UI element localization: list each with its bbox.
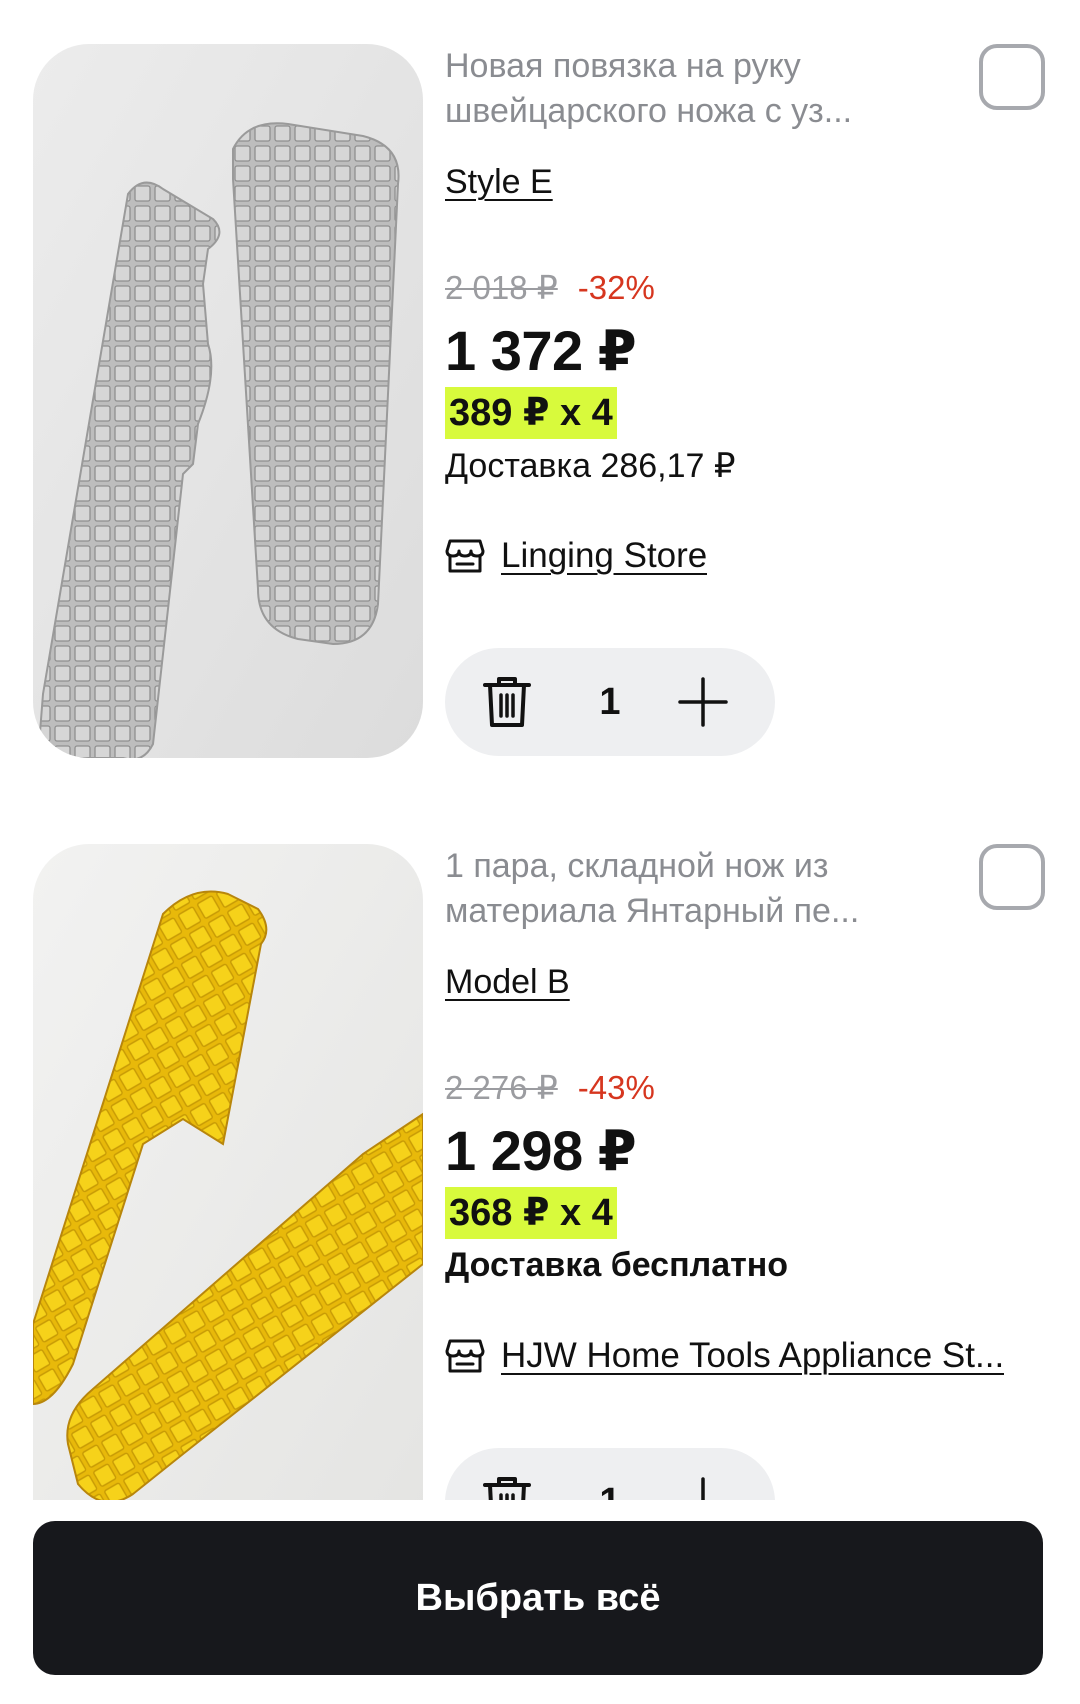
delivery-info: Доставка бесплатно: [445, 1246, 789, 1284]
quantity-value: 1: [580, 1448, 640, 1500]
cart-item: Новая повязка на руку швейцарского ножа …: [0, 0, 1080, 760]
delivery-info: Доставка 286,17 ₽: [445, 447, 736, 485]
current-price: 1 298 ₽: [445, 1119, 637, 1182]
store-icon: [445, 1339, 485, 1373]
quantity-value: 1: [599, 681, 621, 723]
plus-icon[interactable]: [677, 1476, 729, 1500]
old-price: 2 018 ₽: [445, 269, 558, 306]
cart-list: Новая повязка на руку швейцарского ножа …: [0, 0, 1080, 1500]
cart-item: 1 пара, складной нож из материала Янтарн…: [0, 800, 1080, 1500]
plus-icon[interactable]: [677, 676, 729, 728]
product-variant[interactable]: Model B: [445, 963, 570, 1002]
quantity-stepper: 1: [445, 648, 775, 756]
silver-knife-scales-image: [33, 44, 423, 758]
installment-price: 389 ₽ x 4: [445, 387, 617, 439]
amber-knife-scales-image: [33, 844, 423, 1500]
product-title[interactable]: Новая повязка на руку швейцарского ножа …: [445, 44, 935, 134]
select-item-checkbox[interactable]: [979, 844, 1045, 910]
bottom-action-bar: Выбрать всё: [0, 1500, 1080, 1704]
select-all-button[interactable]: Выбрать всё: [33, 1521, 1043, 1675]
product-variant[interactable]: Style E: [445, 163, 553, 202]
installment-price: 368 ₽ x 4: [445, 1187, 617, 1239]
trash-icon[interactable]: [481, 1474, 533, 1500]
store-icon: [445, 539, 485, 573]
product-image[interactable]: [33, 44, 423, 758]
discount-badge: -43%: [577, 1069, 655, 1106]
store-link[interactable]: Linging Store: [445, 532, 707, 580]
store-link[interactable]: HJW Home Tools Appliance St...: [445, 1332, 1004, 1380]
price-old-row: 2 276 ₽ -43%: [445, 1068, 655, 1107]
trash-icon[interactable]: [481, 674, 533, 730]
product-image[interactable]: [33, 844, 423, 1500]
product-title[interactable]: 1 пара, складной нож из материала Янтарн…: [445, 844, 935, 934]
current-price: 1 372 ₽: [445, 319, 637, 382]
price-old-row: 2 018 ₽ -32%: [445, 268, 655, 307]
store-name[interactable]: HJW Home Tools Appliance St...: [501, 1336, 1004, 1376]
quantity-stepper: 1: [445, 1448, 775, 1500]
store-name[interactable]: Linging Store: [501, 536, 707, 576]
old-price: 2 276 ₽: [445, 1069, 558, 1106]
select-item-checkbox[interactable]: [979, 44, 1045, 110]
discount-badge: -32%: [577, 269, 655, 306]
